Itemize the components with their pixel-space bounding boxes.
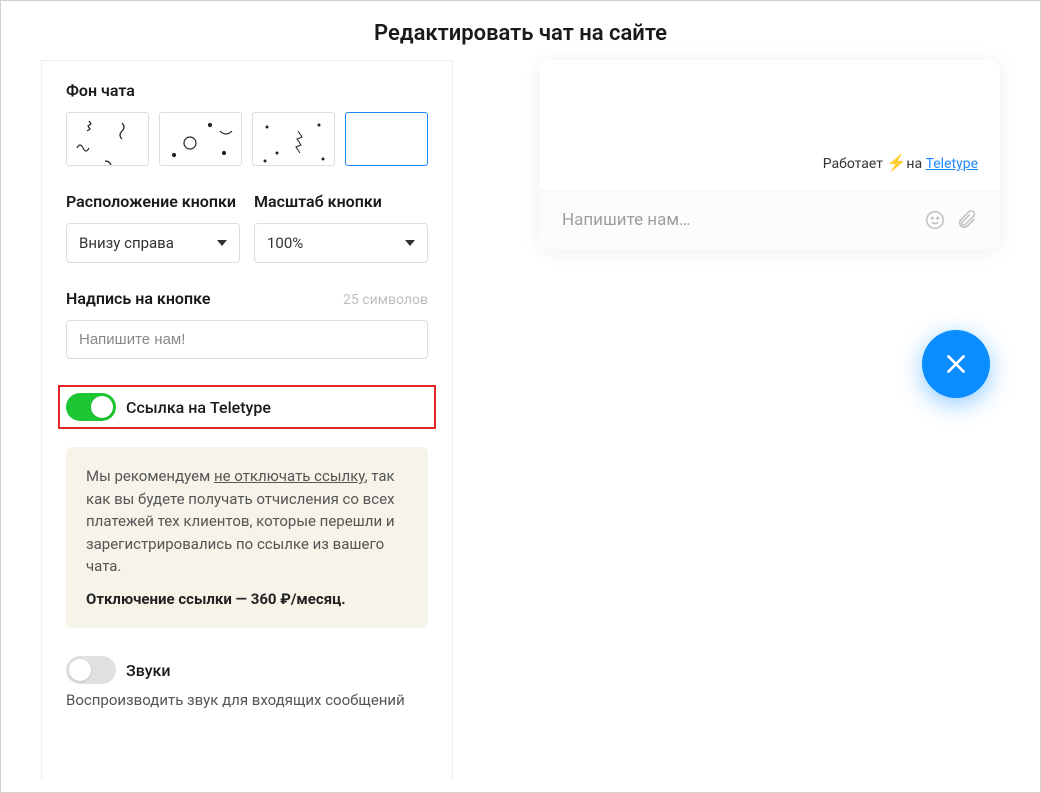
button-text-label-row: Надпись на кнопке 25 символов [66, 289, 428, 308]
sounds-row: Звуки [66, 656, 428, 684]
sounds-label: Звуки [126, 661, 171, 680]
bg-option-2[interactable] [159, 112, 242, 166]
preview-body: Работает ⚡на Teletype [540, 60, 1000, 190]
chevron-down-icon [405, 240, 415, 246]
position-label: Расположение кнопки [66, 192, 240, 211]
info-bold: Отключение ссылки — 360 ₽/месяц. [86, 588, 408, 611]
teletype-link-row: Ссылка на Teletype [58, 385, 436, 429]
preview-input[interactable]: Напишите нам… [562, 210, 914, 230]
settings-panel: Фон чата Расположение кнопки Внизу справ [41, 60, 453, 781]
powered-by: Работает ⚡на Teletype [823, 153, 978, 172]
bg-option-1[interactable] [66, 112, 149, 166]
powered-prefix: Работает [823, 156, 887, 172]
sounds-toggle[interactable] [66, 656, 116, 684]
chat-preview: Работает ⚡на Teletype Напишите нам… [540, 60, 1000, 249]
scale-select[interactable]: 100% [254, 223, 428, 263]
powered-mid: на [906, 156, 925, 172]
scale-value: 100% [267, 234, 303, 252]
lightning-icon: ⚡ [886, 153, 906, 172]
char-count: 25 символов [343, 292, 428, 308]
page-title: Редактировать чат на сайте [1, 1, 1040, 60]
attachment-icon[interactable] [956, 209, 978, 231]
bg-option-3[interactable] [252, 112, 335, 166]
bg-label: Фон чата [66, 81, 428, 100]
position-scale-row: Расположение кнопки Внизу справа Масштаб… [66, 192, 428, 263]
toggle-knob [91, 396, 113, 418]
toggle-knob [69, 659, 91, 681]
teletype-link[interactable]: Teletype [926, 156, 978, 172]
preview-panel: Работает ⚡на Teletype Напишите нам… [493, 60, 1000, 781]
info-underline: не отключать ссылку [214, 467, 365, 485]
teletype-toggle[interactable] [66, 393, 116, 421]
position-value: Внизу справа [79, 234, 174, 252]
bg-option-blank[interactable] [345, 112, 428, 166]
button-text-input[interactable] [66, 320, 428, 359]
edit-chat-window: Редактировать чат на сайте Фон чата Расп… [0, 0, 1041, 793]
teletype-toggle-label: Ссылка на Teletype [126, 398, 271, 417]
sounds-desc: Воспроизводить звук для входящих сообщен… [66, 690, 428, 711]
position-col: Расположение кнопки Внизу справа [66, 192, 240, 263]
chevron-down-icon [217, 240, 227, 246]
scale-col: Масштаб кнопки 100% [254, 192, 428, 263]
preview-input-row: Напишите нам… [540, 190, 1000, 249]
close-icon [943, 351, 969, 377]
button-text-label: Надпись на кнопке [66, 289, 210, 308]
content-area: Фон чата Расположение кнопки Внизу справ [1, 60, 1040, 781]
close-chat-fab[interactable] [922, 330, 990, 398]
bg-options [66, 112, 428, 166]
position-select[interactable]: Внизу справа [66, 223, 240, 263]
info-prefix: Мы рекомендуем [86, 467, 214, 485]
scale-label: Масштаб кнопки [254, 192, 428, 211]
emoji-icon[interactable] [924, 209, 946, 231]
info-box: Мы рекомендуем не отключать ссылку, так … [66, 447, 428, 628]
